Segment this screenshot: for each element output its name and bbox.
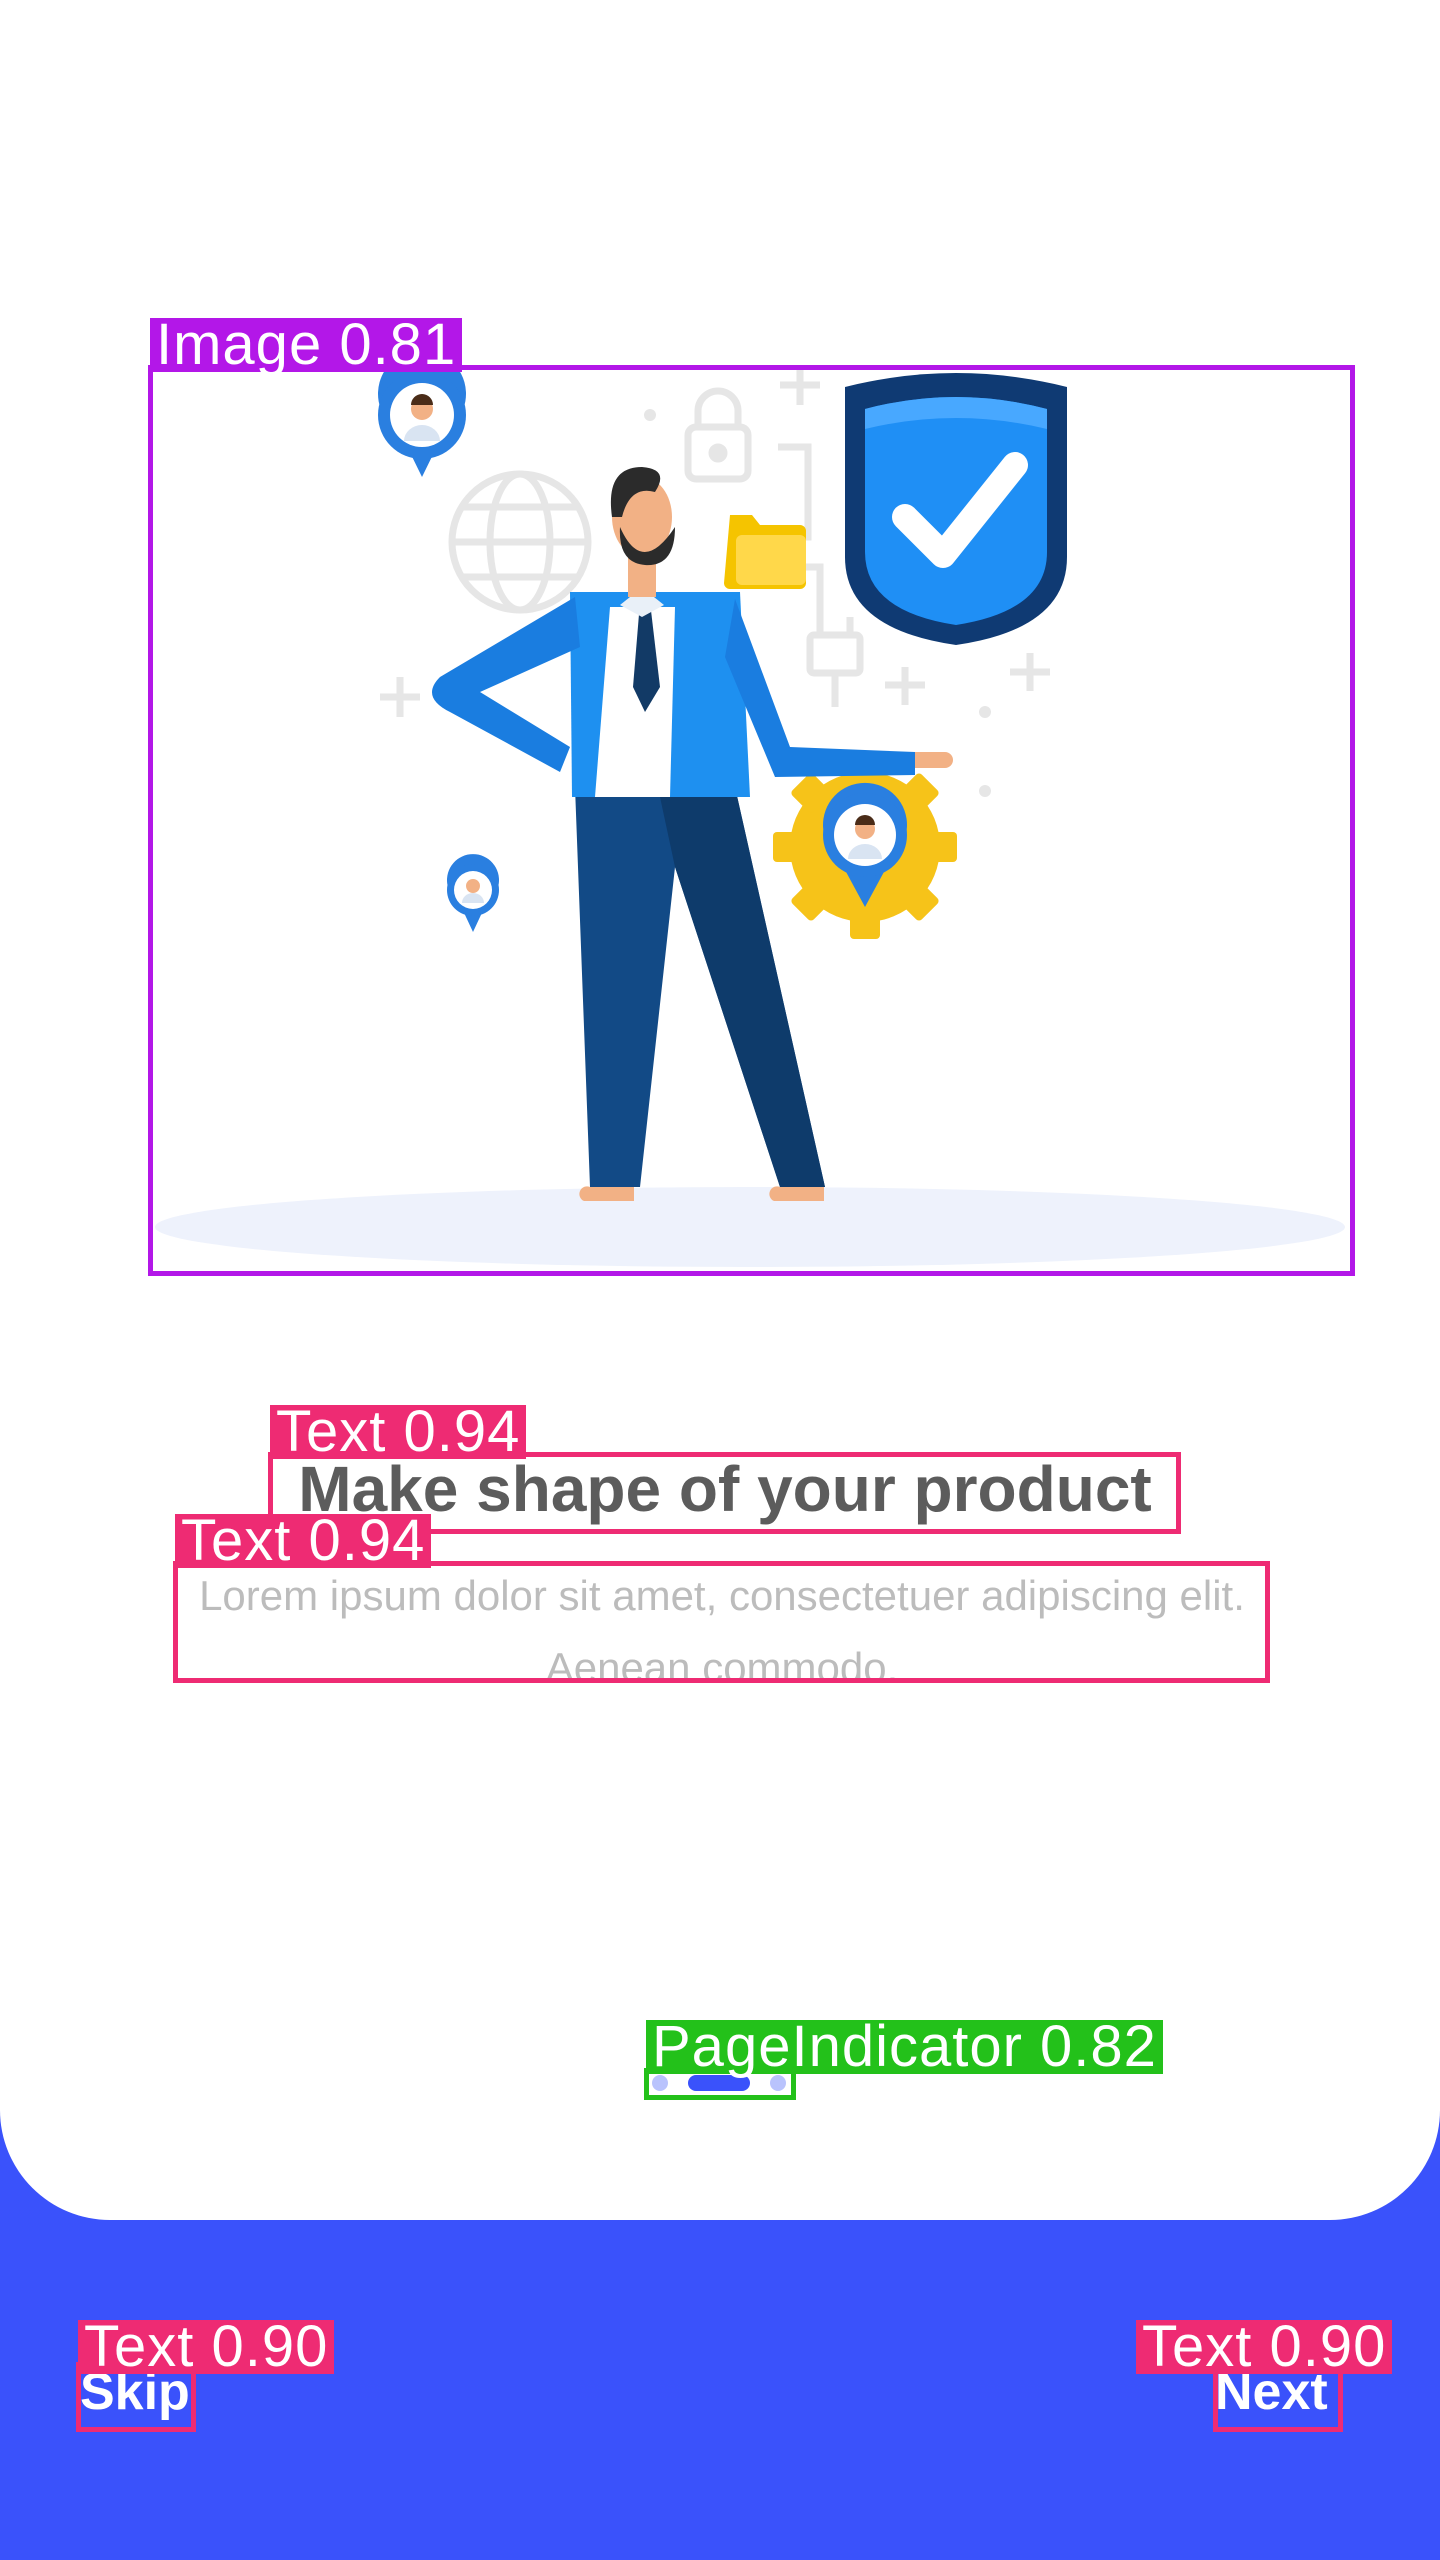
title-detection-label: Text 0.94 [270, 1403, 527, 1461]
page-indicator-detection-label: PageIndicator 0.82 [646, 2018, 1163, 2076]
globe-icon [448, 470, 592, 614]
skip-detection-label: Text 0.90 [78, 2318, 335, 2376]
onboarding-description: Lorem ipsum dolor sit amet, consectetuer… [199, 1572, 1245, 1691]
shield-check-icon [845, 373, 1067, 645]
onboarding-illustration [150, 367, 1353, 1274]
location-pin-icon [378, 367, 466, 477]
image-detection-label: Image 0.81 [150, 316, 463, 374]
location-pin-icon [447, 854, 500, 932]
next-detection-label: Text 0.90 [1136, 2318, 1393, 2376]
folder-icon [724, 515, 806, 589]
floor-shadow [155, 1187, 1345, 1267]
description-detection-label: Text 0.94 [175, 1512, 432, 1570]
